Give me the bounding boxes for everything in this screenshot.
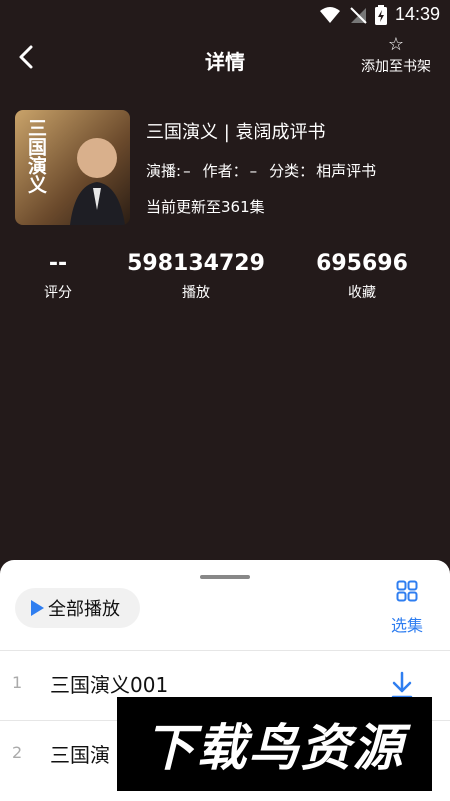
grid-icon — [396, 580, 418, 602]
rating-value: -- — [48, 251, 68, 276]
episode-index: 1 — [12, 673, 23, 692]
episode-name: 三国演义001 — [50, 673, 169, 697]
add-to-shelf-label: 添加至书架 — [361, 59, 431, 75]
episode-name: 三国演 — [50, 743, 110, 767]
plays-value: 598134729 — [127, 251, 265, 276]
wifi-icon — [319, 6, 340, 23]
stats-row: -- 评分 598134729 播放 695696 收藏 — [0, 250, 450, 306]
plays-label: 播放 — [182, 285, 210, 301]
book-cover: 三国演义 — [15, 110, 130, 225]
play-icon — [31, 600, 44, 616]
watermark: 下载鸟资源 — [117, 697, 432, 791]
narrator-label: 演播: — [146, 162, 182, 180]
status-bar: 14:39 — [0, 0, 450, 32]
category-value: 相声评书 — [316, 162, 377, 180]
play-all-label: 全部播放 — [48, 599, 120, 620]
star-icon: ☆ — [387, 34, 405, 55]
download-icon — [391, 671, 413, 699]
cover-title: 三国演义 — [25, 118, 47, 194]
favorites-value: 695696 — [316, 251, 408, 276]
add-to-shelf-button[interactable]: ☆ 添加至书架 — [356, 36, 436, 76]
author-value: – — [249, 162, 258, 180]
category-label: 分类： — [269, 162, 315, 180]
header: 详情 ☆ 添加至书架 — [0, 32, 450, 84]
update-status: 当前更新至361集 — [146, 198, 265, 216]
status-time: 14:39 — [394, 4, 440, 24]
rating-label: 评分 — [44, 285, 72, 301]
book-info: 三国演义 | 袁阔成评书 演播: – 作者： – 分类： 相声评书 当前更新至3… — [146, 120, 436, 218]
no-signal-icon — [350, 6, 367, 24]
sheet-drag-handle[interactable] — [200, 575, 250, 579]
select-episodes-label: 选集 — [390, 616, 423, 635]
stat-rating: -- 评分 — [0, 250, 133, 302]
book-title: 三国演义 | 袁阔成评书 — [146, 122, 326, 143]
select-episodes-button[interactable]: 选集 — [384, 580, 430, 636]
watermark-text: 下载鸟资源 — [144, 719, 405, 777]
book-meta: 演播: – 作者： – 分类： 相声评书 — [146, 160, 436, 182]
play-all-button[interactable]: 全部播放 — [15, 588, 140, 628]
stat-favorites: 695696 收藏 — [287, 250, 437, 302]
battery-charging-icon — [374, 4, 387, 25]
stat-plays: 598134729 播放 — [121, 250, 271, 302]
narrator-value: – — [183, 162, 191, 180]
episode-index: 2 — [12, 743, 23, 762]
author-label: 作者： — [202, 162, 248, 180]
favorites-label: 收藏 — [348, 285, 376, 301]
